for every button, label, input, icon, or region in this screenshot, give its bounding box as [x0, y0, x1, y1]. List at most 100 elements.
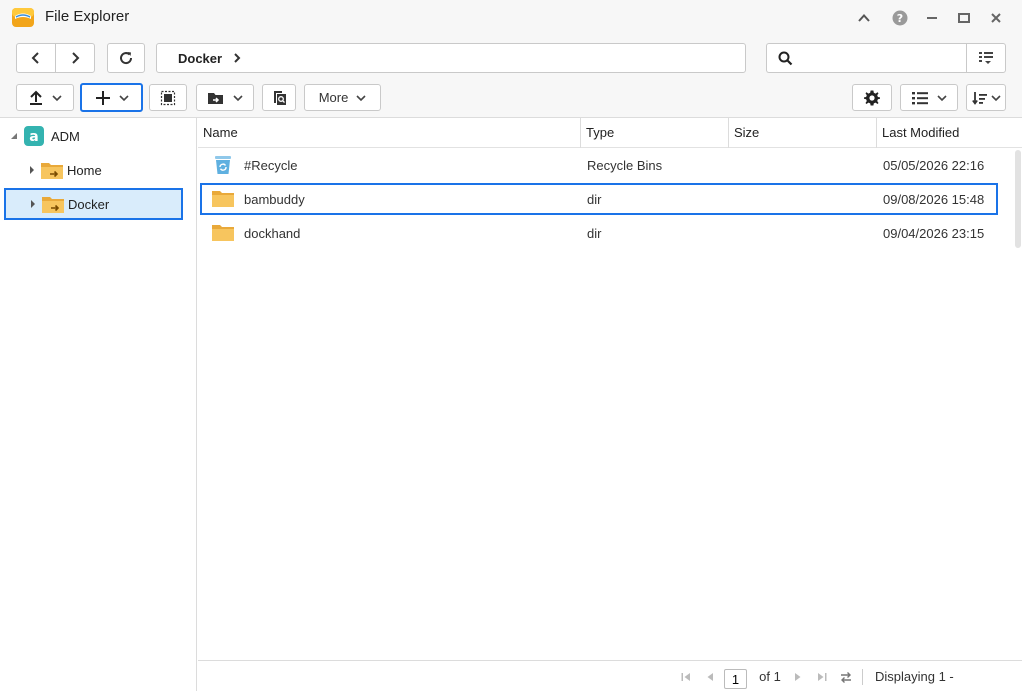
- chevron-up-icon: [858, 14, 870, 22]
- chevron-down-icon: [118, 94, 129, 101]
- chevron-right-icon: [234, 53, 241, 63]
- table-row[interactable]: #Recycle Recycle Bins 05/05/2026 22:16: [200, 149, 998, 181]
- folder-transfer-icon: [208, 92, 223, 104]
- gear-icon: [864, 90, 880, 105]
- file-modified: 09/08/2026 15:48: [883, 191, 985, 207]
- swap-refresh-icon: [841, 671, 851, 683]
- plus-icon: [95, 90, 110, 105]
- sort-icon: [971, 91, 987, 105]
- pagination-bar: of 1 Displaying 1 -: [198, 660, 1022, 691]
- adm-logo-icon: a: [24, 126, 44, 146]
- next-page-icon: [795, 672, 801, 681]
- search-input[interactable]: [797, 49, 957, 67]
- file-type: dir: [587, 191, 602, 207]
- previous-page-button[interactable]: [702, 661, 718, 691]
- minimize-button[interactable]: [922, 8, 942, 28]
- minimize-icon: [927, 17, 937, 19]
- select-all-button[interactable]: [149, 84, 187, 111]
- file-name: #Recycle: [244, 157, 298, 173]
- svg-text:?: ?: [897, 12, 903, 25]
- close-button[interactable]: [986, 8, 1006, 28]
- page-number-input[interactable]: [724, 669, 747, 689]
- scrollbar-thumb[interactable]: [1015, 150, 1021, 248]
- svg-text:a: a: [29, 129, 38, 145]
- footer-divider: [862, 669, 863, 685]
- upload-icon: [30, 90, 42, 105]
- chevron-down-icon: [356, 94, 366, 101]
- list-view-icon: [912, 91, 928, 104]
- breadcrumb[interactable]: Docker: [156, 43, 746, 73]
- view-mode-button[interactable]: [900, 84, 958, 111]
- vertical-scrollbar[interactable]: [1014, 148, 1022, 660]
- file-list: Name Type Size Last Modified #Recycle Re…: [198, 118, 1022, 691]
- folder-icon: [212, 225, 234, 241]
- table-row[interactable]: dockhand dir 09/04/2026 23:15: [200, 217, 998, 249]
- help-button[interactable]: ?: [890, 8, 910, 28]
- file-modified: 09/04/2026 23:15: [883, 225, 985, 241]
- collapsed-arrow-icon: [31, 200, 35, 208]
- folder-icon: [212, 191, 234, 207]
- forward-button[interactable]: [55, 43, 95, 73]
- display-status: Displaying 1 -: [875, 669, 954, 684]
- first-page-button[interactable]: [678, 661, 694, 691]
- chevron-down-icon: [990, 94, 1001, 101]
- select-all-icon: [160, 90, 176, 105]
- help-icon: ?: [892, 10, 908, 26]
- tree-item-label: ADM: [51, 128, 80, 144]
- column-header-last-modified[interactable]: Last Modified: [877, 118, 1022, 148]
- file-modified: 05/05/2026 22:16: [883, 157, 985, 173]
- sort-button[interactable]: [966, 84, 1006, 111]
- last-page-button[interactable]: [814, 661, 830, 691]
- file-search-icon: [274, 90, 286, 105]
- tree-item-label: Home: [67, 162, 102, 178]
- chevron-down-icon: [937, 94, 947, 101]
- folder-tree: a ADM Home Docker: [0, 118, 197, 691]
- shared-folder-icon: [42, 197, 64, 213]
- toolbar-area: Docker More: [0, 36, 1022, 118]
- refresh-icon: [120, 52, 133, 65]
- previous-page-icon: [707, 672, 713, 681]
- column-header-name[interactable]: Name: [198, 118, 581, 148]
- tree-item-adm[interactable]: a ADM: [10, 121, 190, 151]
- breadcrumb-item-docker[interactable]: Docker: [178, 51, 222, 66]
- advanced-search-button[interactable]: [966, 43, 1006, 73]
- chevron-left-icon: [31, 52, 39, 64]
- tree-item-home[interactable]: Home: [24, 155, 184, 185]
- maximize-icon: [958, 13, 970, 23]
- refresh-list-button[interactable]: [837, 661, 855, 691]
- more-label: More: [318, 90, 349, 105]
- column-header-type[interactable]: Type: [581, 118, 729, 148]
- chevron-down-icon: [233, 94, 243, 101]
- tree-item-label: Docker: [68, 196, 110, 212]
- file-type: dir: [587, 225, 602, 241]
- expanded-arrow-icon: [11, 133, 17, 139]
- shared-folder-icon: [41, 163, 63, 179]
- close-icon: [991, 13, 1001, 23]
- create-new-button[interactable]: [80, 83, 143, 112]
- chevron-right-icon: [72, 52, 80, 64]
- more-button[interactable]: More: [304, 84, 381, 111]
- recycle-bin-icon: [215, 156, 231, 174]
- preview-button[interactable]: [262, 84, 296, 111]
- maximize-button[interactable]: [954, 8, 974, 28]
- file-name: dockhand: [244, 225, 301, 241]
- title-bar: File Explorer ?: [0, 0, 1022, 36]
- refresh-button[interactable]: [107, 43, 145, 73]
- file-name: bambuddy: [244, 191, 305, 207]
- collapse-button[interactable]: [854, 8, 874, 28]
- upload-button[interactable]: [16, 84, 74, 111]
- transfer-button[interactable]: [196, 84, 254, 111]
- app-title: File Explorer: [45, 8, 130, 25]
- back-button[interactable]: [16, 43, 56, 73]
- page-count-label: of 1: [759, 669, 781, 684]
- search-box[interactable]: [766, 43, 967, 73]
- settings-button[interactable]: [852, 84, 892, 111]
- tree-item-docker[interactable]: Docker: [4, 188, 183, 220]
- next-page-button[interactable]: [790, 661, 806, 691]
- first-page-icon: [681, 672, 690, 681]
- column-header-size[interactable]: Size: [729, 118, 877, 148]
- file-type: Recycle Bins: [587, 157, 663, 173]
- last-page-icon: [818, 672, 827, 681]
- chevron-down-icon: [52, 94, 62, 101]
- table-row[interactable]: bambuddy dir 09/08/2026 15:48: [200, 183, 998, 215]
